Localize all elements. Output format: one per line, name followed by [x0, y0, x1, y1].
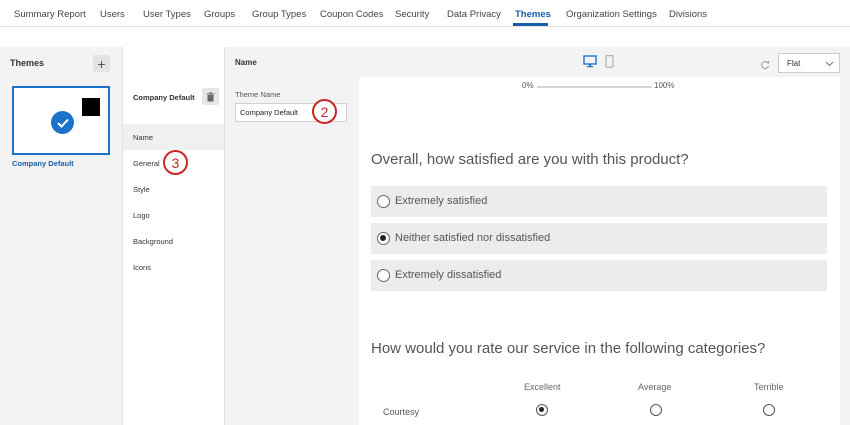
matrix-column-excellent: Excellent: [524, 382, 561, 392]
matrix-column-terrible: Terrible: [754, 382, 784, 392]
choice-label: Extremely satisfied: [395, 195, 488, 207]
theme-menu-title: Company Default: [133, 93, 195, 102]
radio-button-selected[interactable]: [377, 232, 390, 245]
radio-button[interactable]: [377, 269, 390, 282]
choice-label: Neither satisfied nor dissatisfied: [395, 232, 551, 244]
choice-extremely-dissatisfied[interactable]: Extremely dissatisfied: [371, 260, 827, 291]
menu-item-logo[interactable]: Logo: [123, 202, 224, 228]
tab-security[interactable]: Security: [395, 9, 429, 20]
refresh-icon[interactable]: [760, 57, 770, 75]
tab-user-types[interactable]: User Types: [143, 9, 191, 20]
layout-select-value: Flat: [787, 59, 801, 68]
check-icon: [51, 111, 74, 134]
tab-group-types[interactable]: Group Types: [252, 9, 306, 20]
theme-settings-menu: Company Default Name General Style Logo …: [123, 47, 225, 425]
progress-start-label: 0%: [522, 81, 534, 90]
themes-title: Themes: [10, 58, 45, 68]
choice-label: Extremely dissatisfied: [395, 269, 502, 281]
menu-item-background[interactable]: Background: [123, 228, 224, 254]
menu-item-name[interactable]: Name: [123, 124, 224, 150]
matrix-radio-excellent[interactable]: [536, 404, 548, 416]
layout-select[interactable]: Flat: [778, 53, 840, 73]
tab-data-privacy[interactable]: Data Privacy: [447, 9, 501, 20]
progress-end-label: 100%: [654, 81, 675, 90]
tab-summary-report[interactable]: Summary Report: [14, 9, 86, 20]
add-theme-button[interactable]: +: [93, 55, 110, 72]
tab-divisions[interactable]: Divisions: [669, 9, 707, 20]
tab-users[interactable]: Users: [100, 9, 125, 20]
menu-item-icons[interactable]: Icons: [123, 254, 224, 280]
progress-bar: [537, 86, 652, 88]
tab-groups[interactable]: Groups: [204, 9, 235, 20]
question-1-text: Overall, how satisfied are you with this…: [371, 151, 689, 168]
choice-extremely-satisfied[interactable]: Extremely satisfied: [371, 186, 827, 217]
tab-coupon-codes[interactable]: Coupon Codes: [320, 9, 383, 20]
themes-panel: Themes + Company Default: [0, 47, 123, 425]
theme-name-label: Theme Name: [235, 90, 281, 99]
theme-color-swatch: [82, 98, 100, 116]
radio-button[interactable]: [377, 195, 390, 208]
tab-themes[interactable]: Themes: [515, 9, 551, 20]
name-settings-panel: Name Theme Name Company Default: [225, 47, 359, 425]
trash-icon[interactable]: [202, 88, 219, 105]
chevron-down-icon: [825, 60, 834, 69]
theme-menu-header: Company Default: [123, 75, 224, 121]
theme-card-company-default[interactable]: [12, 86, 110, 155]
choice-neither[interactable]: Neither satisfied nor dissatisfied: [371, 223, 827, 254]
preview-right-gutter: [840, 77, 850, 425]
callout-3: 3: [163, 150, 188, 175]
tab-organization-settings[interactable]: Organization Settings: [566, 9, 657, 20]
top-nav: Summary Report Users User Types Groups G…: [0, 0, 850, 27]
desktop-preview-icon[interactable]: [583, 55, 597, 73]
name-panel-header: Name: [235, 58, 257, 67]
question-2-text: How would you rate our service in the fo…: [371, 340, 766, 357]
matrix-radio-terrible[interactable]: [763, 404, 775, 416]
active-tab-indicator: [513, 23, 548, 26]
menu-item-style[interactable]: Style: [123, 176, 224, 202]
matrix-row-courtesy: Courtesy: [383, 407, 420, 417]
callout-2: 2: [312, 99, 337, 124]
mobile-preview-icon[interactable]: [605, 55, 614, 73]
matrix-column-average: Average: [638, 382, 672, 392]
theme-card-label[interactable]: Company Default: [12, 159, 74, 168]
matrix-radio-average[interactable]: [650, 404, 662, 416]
